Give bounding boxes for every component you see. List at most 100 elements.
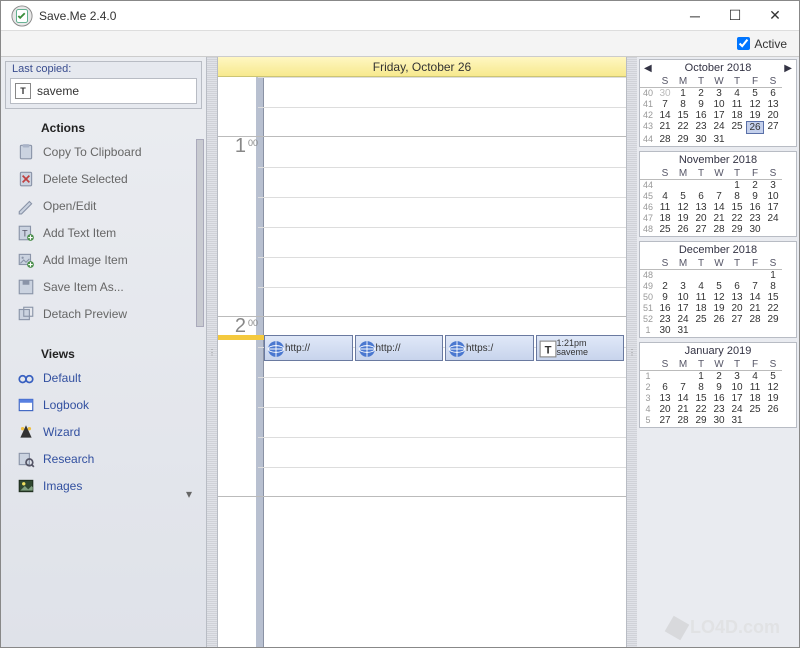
calendar-day[interactable]: 27 (656, 415, 674, 426)
calendar-day[interactable]: 30 (692, 134, 710, 145)
calendar-day[interactable] (710, 180, 728, 191)
calendar-day[interactable]: 6 (692, 191, 710, 202)
calendar-day[interactable]: 19 (764, 393, 782, 404)
calendar-day[interactable]: 27 (764, 121, 782, 134)
calendar-day[interactable]: 28 (710, 224, 728, 235)
view-default[interactable]: Default (9, 365, 198, 391)
calendar-day[interactable] (764, 415, 782, 426)
calendar-day[interactable]: 30 (656, 88, 674, 99)
calendar-day[interactable]: 23 (656, 314, 674, 325)
calendar-day[interactable]: 7 (746, 281, 764, 292)
calendar-day[interactable]: 19 (710, 303, 728, 314)
calendar-day[interactable]: 30 (656, 325, 674, 336)
calendar-day[interactable]: 1 (728, 180, 746, 191)
calendar-day[interactable]: 10 (710, 99, 728, 110)
calendar-day[interactable]: 11 (656, 202, 674, 213)
sidebar-expand-icon[interactable]: ▾ (182, 487, 196, 501)
timeline-event[interactable]: http:// (264, 335, 353, 361)
calendar-day[interactable]: 13 (764, 99, 782, 110)
action-delete[interactable]: Delete Selected (9, 166, 198, 192)
calendar-day[interactable]: 14 (746, 292, 764, 303)
view-research[interactable]: Research (9, 446, 198, 472)
calendar-day[interactable]: 18 (656, 213, 674, 224)
minimize-button[interactable]: ─ (675, 2, 715, 30)
calendar-day[interactable]: 6 (764, 88, 782, 99)
calendar-day[interactable]: 8 (764, 281, 782, 292)
calendar-day[interactable]: 9 (710, 382, 728, 393)
action-text-add[interactable]: TAdd Text Item (9, 220, 198, 246)
calendar-day[interactable]: 8 (728, 191, 746, 202)
action-edit[interactable]: Open/Edit (9, 193, 198, 219)
timeline-event[interactable]: http:// (355, 335, 444, 361)
calendar-day[interactable]: 18 (746, 393, 764, 404)
close-button[interactable]: ✕ (755, 2, 795, 30)
calendar-day[interactable]: 3 (710, 88, 728, 99)
calendar-day[interactable]: 30 (710, 415, 728, 426)
calendar-day[interactable]: 22 (674, 121, 692, 134)
calendar-day[interactable]: 17 (764, 202, 782, 213)
view-logbook[interactable]: Logbook (9, 392, 198, 418)
calendar-day[interactable]: 29 (728, 224, 746, 235)
calendar-day[interactable]: 22 (728, 213, 746, 224)
calendar-day[interactable]: 6 (728, 281, 746, 292)
calendar-day[interactable]: 26 (674, 224, 692, 235)
calendar-day[interactable]: 11 (692, 292, 710, 303)
calendar-day[interactable] (674, 180, 692, 191)
calendar-day[interactable] (728, 325, 746, 336)
calendar-day[interactable]: 16 (746, 202, 764, 213)
calendar-day[interactable] (746, 325, 764, 336)
calendar-day[interactable] (764, 134, 782, 145)
action-detach[interactable]: Detach Preview (9, 301, 198, 327)
calendar-day[interactable]: 28 (656, 134, 674, 145)
calendar-day[interactable]: 12 (764, 382, 782, 393)
calendar-day[interactable]: 6 (656, 382, 674, 393)
hour-row[interactable]: 100 (218, 137, 626, 317)
calendar-day[interactable]: 20 (764, 110, 782, 121)
calendar-day[interactable]: 23 (746, 213, 764, 224)
calendar-day[interactable]: 3 (764, 180, 782, 191)
calendar-day[interactable]: 4 (728, 88, 746, 99)
calendar-day[interactable] (692, 270, 710, 281)
calendar-day[interactable]: 23 (692, 121, 710, 134)
calendar-day[interactable]: 18 (692, 303, 710, 314)
calendar-day[interactable] (692, 325, 710, 336)
action-clipboard[interactable]: Copy To Clipboard (9, 139, 198, 165)
last-copied-item[interactable]: T saveme (10, 78, 197, 104)
calendar-day[interactable]: 7 (710, 191, 728, 202)
calendar-day[interactable]: 22 (692, 404, 710, 415)
calendar-day[interactable]: 25 (746, 404, 764, 415)
calendar-day[interactable]: 29 (692, 415, 710, 426)
calendar-day[interactable]: 9 (692, 99, 710, 110)
calendar-day[interactable]: 25 (728, 121, 746, 134)
calendar-day[interactable]: 24 (728, 404, 746, 415)
calendar-day[interactable]: 25 (656, 224, 674, 235)
timeline-event[interactable]: T1:21pmsaveme (536, 335, 625, 361)
calendar-day[interactable]: 17 (728, 393, 746, 404)
calendar-day[interactable]: 3 (728, 371, 746, 382)
calendar-day[interactable] (746, 134, 764, 145)
calendar-day[interactable]: 16 (710, 393, 728, 404)
calendar-day[interactable]: 31 (710, 134, 728, 145)
timeline[interactable]: 100200http://http://https:/T1:21pmsaveme (218, 77, 626, 647)
calendar-day[interactable]: 15 (728, 202, 746, 213)
calendar-day[interactable]: 7 (656, 99, 674, 110)
prev-month-icon[interactable]: ◀ (644, 63, 652, 74)
calendar-day[interactable] (710, 325, 728, 336)
calendar-day[interactable]: 13 (656, 393, 674, 404)
calendar-day[interactable]: 1 (692, 371, 710, 382)
calendar-day[interactable]: 15 (692, 393, 710, 404)
calendar-day[interactable]: 1 (764, 270, 782, 281)
calendar-day[interactable] (692, 180, 710, 191)
calendar-day[interactable]: 20 (728, 303, 746, 314)
calendar-day[interactable]: 14 (656, 110, 674, 121)
calendar-day[interactable]: 8 (692, 382, 710, 393)
calendar-day[interactable]: 16 (692, 110, 710, 121)
calendar-day[interactable]: 17 (710, 110, 728, 121)
calendar-day[interactable]: 20 (692, 213, 710, 224)
hour-row[interactable] (218, 77, 626, 137)
calendar-day[interactable]: 4 (746, 371, 764, 382)
timeline-event[interactable]: https:/ (445, 335, 534, 361)
calendar-day[interactable] (710, 270, 728, 281)
calendar-day[interactable]: 22 (764, 303, 782, 314)
calendar-day[interactable]: 21 (674, 404, 692, 415)
